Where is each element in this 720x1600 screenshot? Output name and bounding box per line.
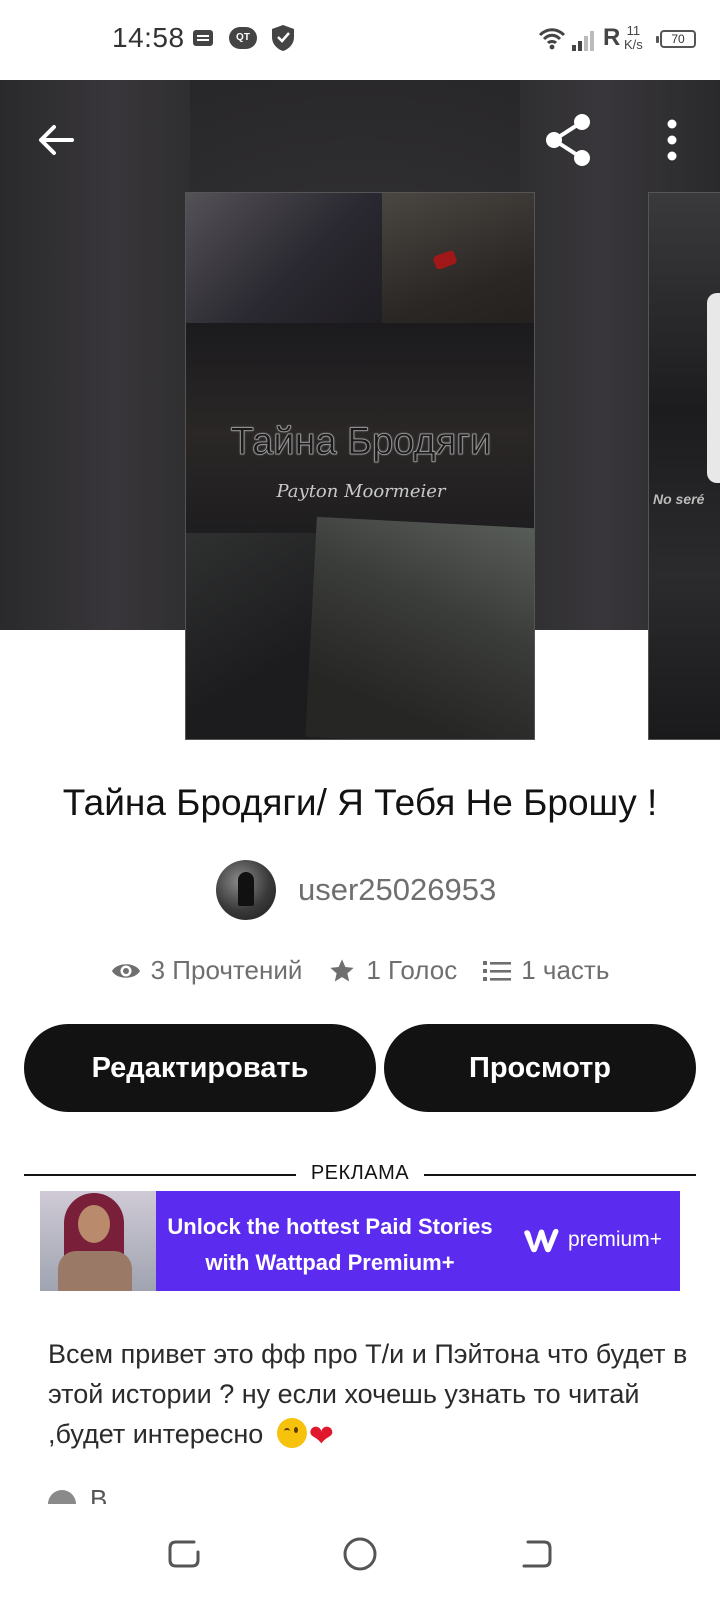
wattpad-logo-icon [524,1228,559,1253]
ad-brand: premium+ [522,1225,662,1255]
ad-text: Unlock the hottest Paid Stories with Wat… [167,1214,493,1275]
recent-apps-icon [168,1540,200,1568]
author-link[interactable]: user25026953 [216,860,496,920]
home-circle-icon [343,1537,377,1571]
ad-photo [40,1191,156,1291]
status-time: 14:58 [112,22,185,53]
author-name: user25026953 [298,872,497,907]
view-button[interactable]: Просмотр [384,1024,696,1112]
ad-divider: РЕКЛАМА [24,1162,696,1192]
list-icon [483,960,512,981]
status-bar: 14:58 QT R 11 K/s 70 [0,0,720,80]
next-story-cover[interactable]: No seré [648,192,720,740]
cover-photo-collage [186,193,386,333]
system-navigation-bar [0,1504,720,1600]
roaming-indicator: R [603,24,621,51]
next-cover-caption: No seré [653,491,705,507]
parts-stat: 1 часть [483,955,609,986]
system-back-icon [522,1540,552,1568]
shield-icon [272,25,294,51]
reads-stat: 3 Прочтений [111,955,302,986]
heart-emoji-icon: ❤ [308,1420,334,1453]
back-button[interactable] [26,110,86,170]
battery-indicator: 70 [656,30,696,48]
home-button[interactable] [340,1534,380,1574]
arrow-left-icon [39,125,74,155]
story-stats: 3 Прочтений 1 Голос 1 часть [0,955,720,986]
wink-emoji-icon [276,1418,307,1448]
premium-ad-banner[interactable]: Unlock the hottest Paid Stories with Wat… [40,1191,680,1291]
share-button[interactable] [538,110,598,170]
more-vertical-icon [667,119,677,161]
story-details-screen: 14:58 QT R 11 K/s 70 Тайна Бродяги Payto… [0,0,720,1600]
eye-icon [111,963,140,978]
story-description: Всем привет это фф про Т/и и Пэйтона что… [48,1334,688,1457]
story-title: Тайна Бродяги/ Я Тебя Не Брошу ! [62,782,658,823]
message-notification-icon [193,30,213,46]
cover-subtitle: Payton Moormeier [276,481,446,502]
avatar [216,860,276,920]
votes-stat: 1 Голос [328,955,457,986]
more-options-button[interactable] [642,110,702,170]
share-icon [546,114,590,166]
network-speed: 11 K/s [624,23,643,52]
system-back-button[interactable] [516,1534,556,1574]
wifi-signal-icon [538,28,594,51]
partially-hidden-row: В [48,1490,248,1504]
qt-notification-icon: QT [229,27,257,49]
edit-button[interactable]: Редактировать [24,1024,376,1112]
star-icon [330,958,355,981]
ad-label: РЕКЛАМА [310,1162,410,1184]
cover-title: Тайна Бродяги [230,421,492,464]
story-cover[interactable]: Тайна Бродяги Payton Moormeier [185,192,535,740]
recent-apps-button[interactable] [164,1534,204,1574]
